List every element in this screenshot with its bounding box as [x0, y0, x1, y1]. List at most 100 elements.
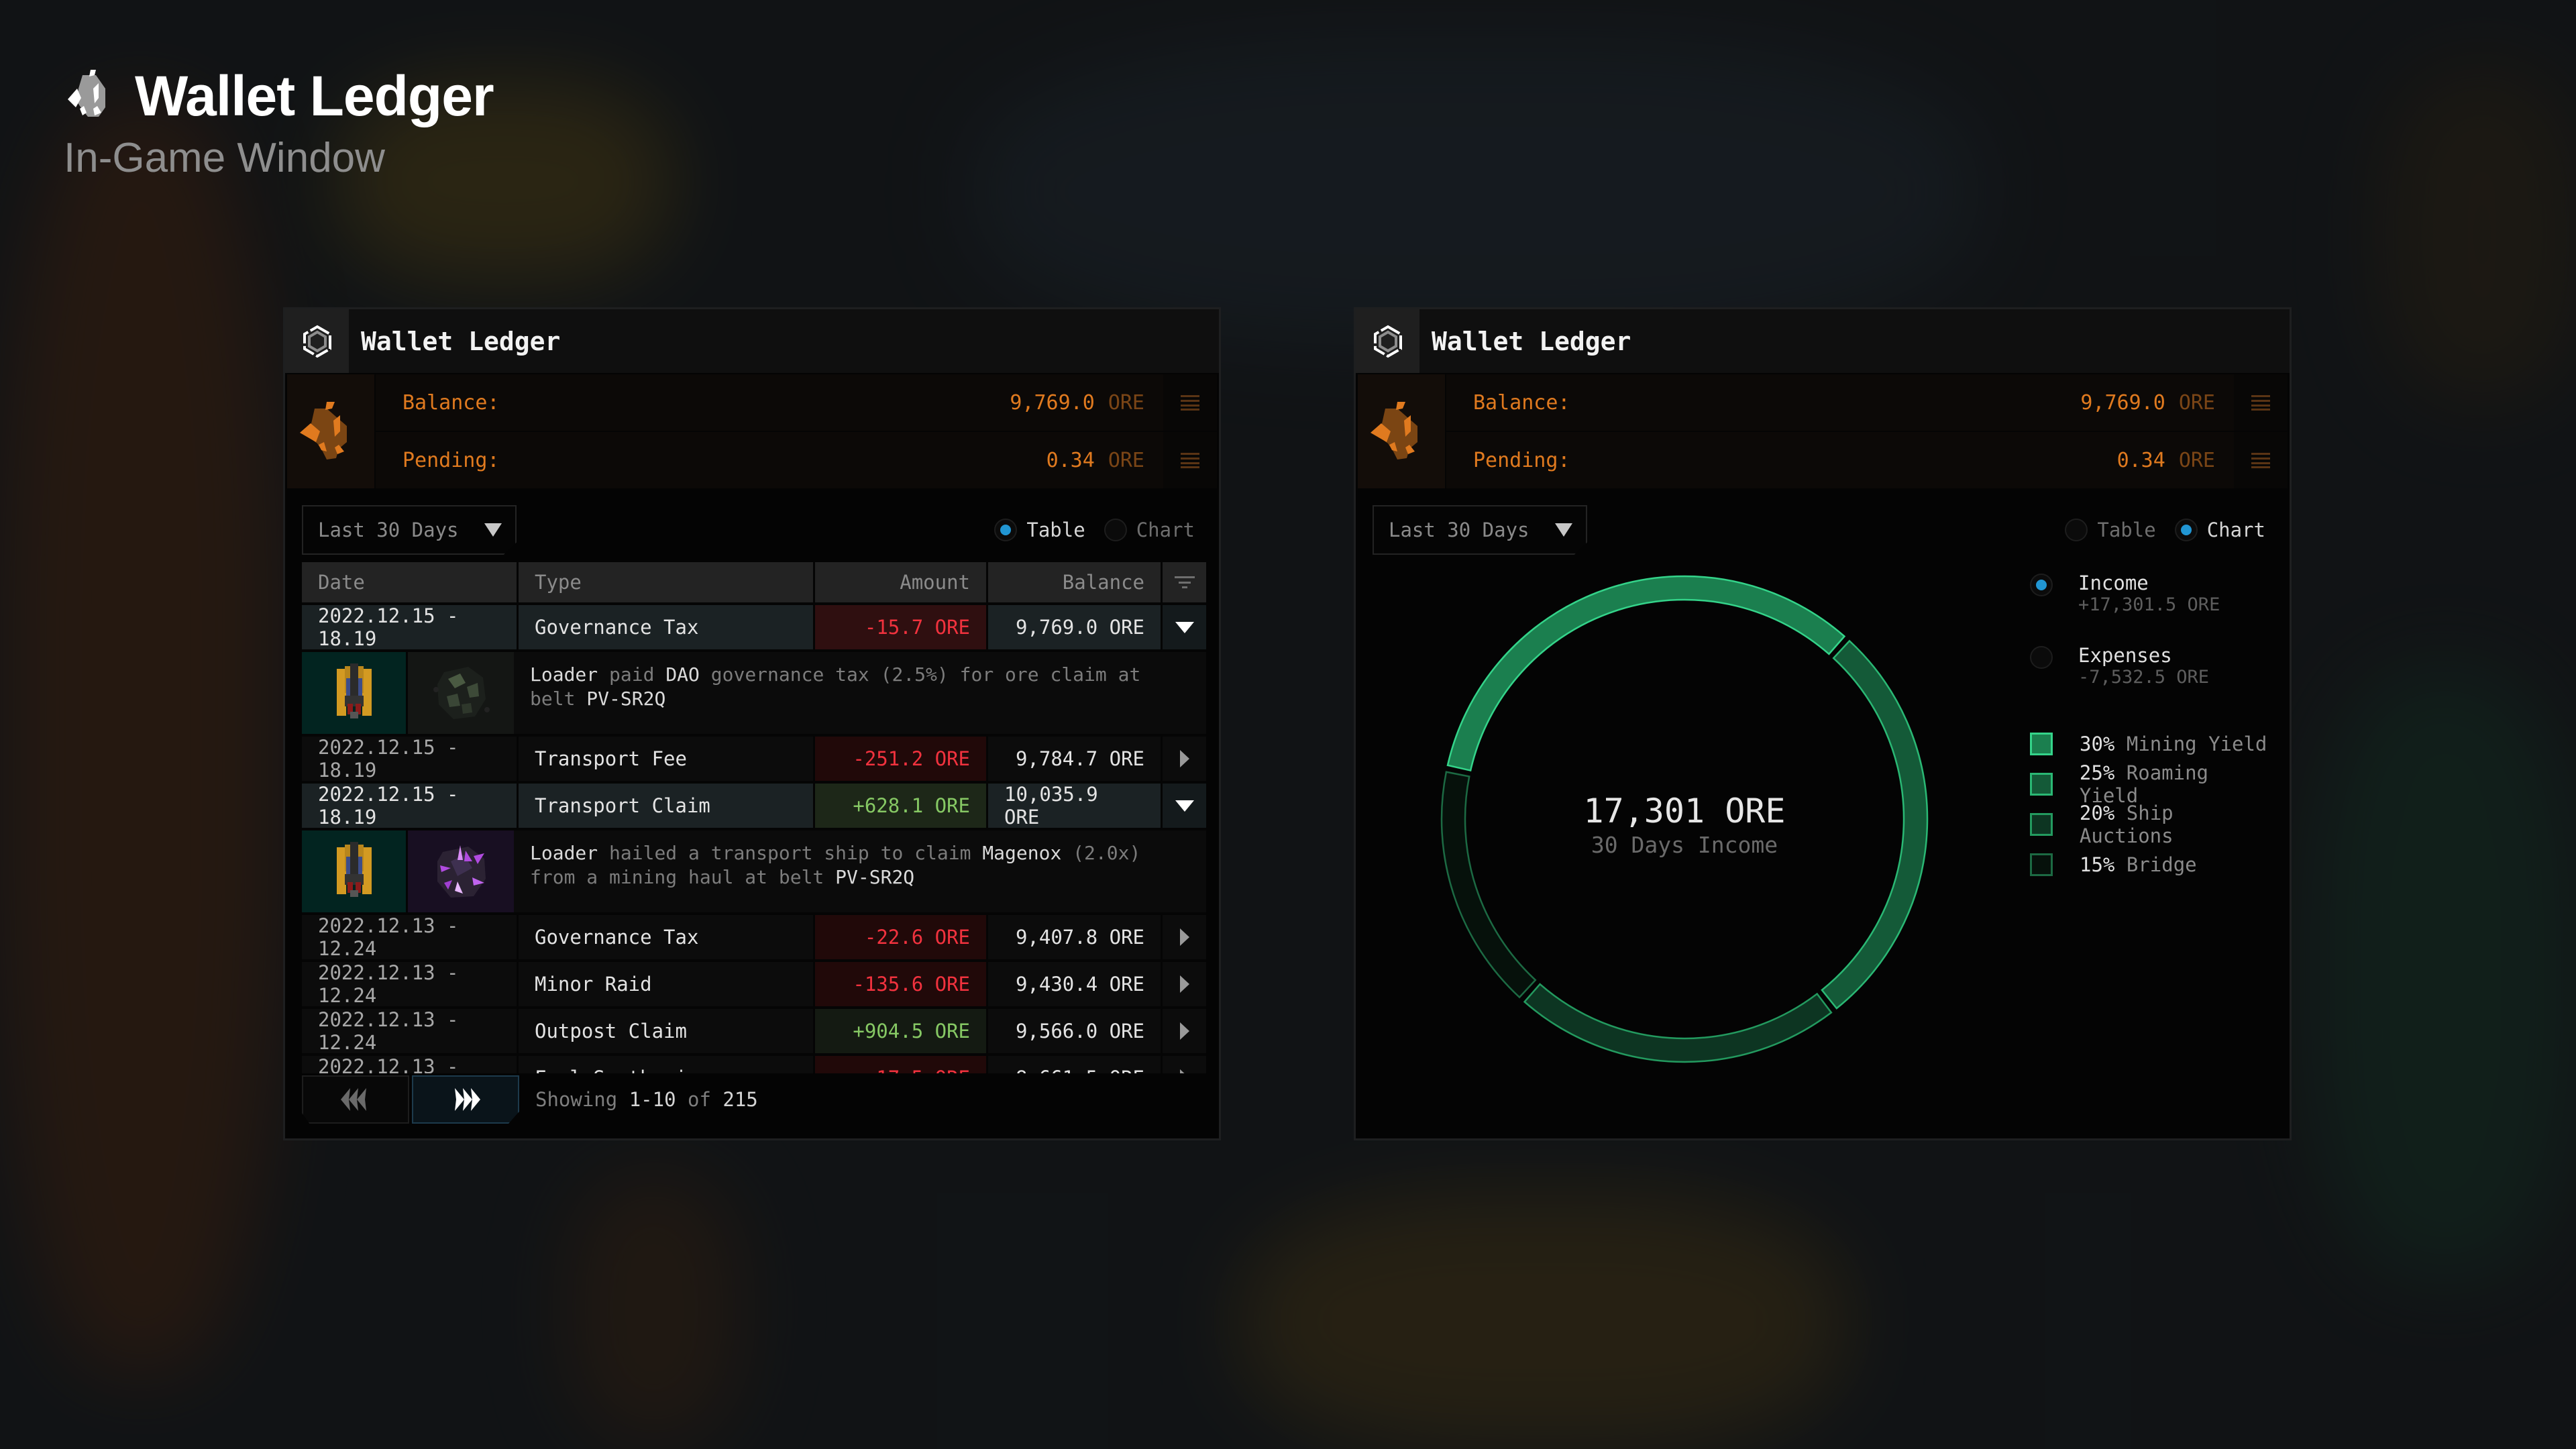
row-detail-description: Loader hailed a transport ship to claim …	[514, 830, 1206, 912]
chart-view-radio[interactable]	[2174, 519, 2198, 541]
expand-row-button[interactable]	[1163, 1056, 1206, 1073]
table-row[interactable]: 2022.12.13 - 12.24 Minor Raid -135.6 ORE 9,…	[302, 959, 1206, 1007]
table-row[interactable]: 2022.12.13 - 11.45Fuel Synthesis-17.5 OR…	[302, 1053, 1206, 1073]
cell-amount: -17.5 ORE	[815, 1056, 988, 1073]
legend-item[interactable]: 30% Mining Yield	[2030, 724, 2278, 764]
income-mode-option[interactable]: Income +17,301.5 ORE	[2030, 571, 2278, 637]
filter-button[interactable]	[1163, 562, 1206, 602]
table-view-label[interactable]: Table	[2097, 519, 2155, 541]
collapse-row-button[interactable]	[1163, 605, 1206, 649]
triple-chevron-left-icon	[341, 1088, 366, 1111]
pending-menu-button[interactable]	[2234, 432, 2288, 488]
income-radio[interactable]	[2030, 574, 2053, 596]
expenses-mode-option[interactable]: Expenses -7,532.5 ORE	[2030, 643, 2278, 709]
period-dropdown[interactable]: Last 30 Days	[1373, 505, 1587, 555]
cell-type: Outpost Claim	[519, 1009, 815, 1053]
legend-percent: 25%	[2079, 761, 2115, 784]
donut-segment-ship-auctions[interactable]	[1523, 983, 1833, 1063]
window-titlebar[interactable]: Wallet Ledger	[1356, 309, 2290, 373]
legend-item[interactable]: 25% Roaming Yield	[2030, 761, 2278, 807]
ledger-controls: Last 30 Days Table Chart	[1356, 505, 2290, 555]
donut-segment-roaming-yield[interactable]	[1821, 639, 1929, 1010]
cell-type: Fuel Synthesis	[519, 1056, 815, 1073]
detail-highlight: Loader	[530, 663, 598, 686]
table-row[interactable]: 2022.12.15 - 18.19 Transport Claim +628.1 …	[302, 781, 1206, 828]
column-header-type[interactable]: Type	[519, 562, 815, 602]
cell-amount: -15.7 ORE	[815, 605, 988, 649]
balance-row: Balance: 9,769.0 ORE	[376, 374, 1217, 432]
chart-legend: Income +17,301.5 ORE Expenses -7,532.5 O…	[2030, 564, 2278, 885]
legend-label: 15% Bridge	[2080, 853, 2197, 876]
expenses-radio[interactable]	[2030, 646, 2053, 669]
expand-row-button[interactable]	[1163, 962, 1206, 1006]
balance-row: Balance: 9,769.0 ORE	[1446, 374, 2288, 432]
window-titlebar[interactable]: Wallet Ledger	[285, 309, 1219, 373]
cell-balance: 9,769.0 ORE	[988, 605, 1163, 649]
balance-label: Balance:	[1473, 390, 1570, 415]
caret-down-icon	[484, 523, 502, 537]
legend-percent: 20%	[2079, 802, 2115, 824]
cell-date: 2022.12.13 - 12.24	[302, 914, 519, 960]
next-page-button[interactable]	[412, 1075, 519, 1124]
hexagon-window-icon	[285, 309, 349, 373]
ore-logo-icon	[64, 68, 117, 125]
column-header-balance[interactable]: Balance	[988, 562, 1163, 602]
expand-row-button[interactable]	[1163, 915, 1206, 959]
donut-segment-bridge[interactable]	[1440, 771, 1537, 999]
table-view-label[interactable]: Table	[1026, 519, 1085, 541]
ore-icon	[287, 374, 376, 488]
legend-swatch	[2030, 853, 2053, 876]
balance-menu-button[interactable]	[1163, 374, 1217, 431]
table-view-radio[interactable]	[994, 519, 1018, 541]
triple-chevron-right-icon	[455, 1088, 480, 1111]
chart-view-radio[interactable]	[1104, 519, 1127, 541]
pagination-status: Showing 1-10 of 215	[535, 1088, 758, 1111]
income-chart: 17,301 ORE 30 Days Income Income +17,301…	[1356, 564, 2294, 1121]
period-dropdown[interactable]: Last 30 Days	[302, 505, 517, 555]
column-header-amount[interactable]: Amount	[815, 562, 988, 602]
donut-segment-mining-yield[interactable]	[1446, 575, 1846, 772]
legend-item[interactable]: 20% Ship Auctions	[2030, 802, 2278, 847]
chart-view-label[interactable]: Chart	[1136, 519, 1195, 541]
caret-right-icon	[1179, 1069, 1189, 1073]
balance-unit: ORE	[2178, 390, 2215, 415]
detail-highlight: DAO	[665, 663, 700, 686]
cell-balance: 10,035.9 ORE	[988, 783, 1163, 828]
caret-right-icon	[1179, 928, 1189, 946]
expenses-value: -7,532.5 ORE	[2078, 667, 2210, 688]
balance-value: 9,769.0	[1010, 390, 1095, 415]
table-header: Date Type Amount Balance	[302, 562, 1206, 602]
expand-row-button[interactable]	[1163, 737, 1206, 781]
pending-menu-button[interactable]	[1163, 432, 1217, 488]
donut-center-value: 17,301 ORE	[1583, 792, 1785, 830]
cell-balance: 9,566.0 ORE	[988, 1009, 1163, 1053]
previous-page-button[interactable]	[302, 1075, 409, 1124]
pending-value: 0.34	[2116, 448, 2165, 472]
expand-row-button[interactable]	[1163, 1009, 1206, 1053]
detail-highlight: Magenox	[982, 842, 1062, 864]
row-detail: Loader paid DAO governance tax (2.5%) fo…	[302, 649, 1206, 734]
cell-balance: 9,407.8 ORE	[988, 915, 1163, 959]
cell-amount: -251.2 ORE	[815, 737, 988, 781]
page-title: Wallet Ledger	[135, 64, 494, 127]
chart-view-label[interactable]: Chart	[2207, 519, 2265, 541]
table-row[interactable]: 2022.12.15 - 18.19 Transport Fee -251.2 OR…	[302, 734, 1206, 782]
table-row[interactable]: 2022.12.13 - 12.24 Governance Tax -22.6 OR…	[302, 912, 1206, 960]
balance-menu-button[interactable]	[2234, 374, 2288, 431]
period-dropdown-value: Last 30 Days	[318, 519, 459, 541]
legend-swatch	[2030, 733, 2053, 755]
cell-type: Transport Claim	[519, 784, 815, 828]
cell-amount: -135.6 ORE	[815, 962, 988, 1006]
transactions-table: Date Type Amount Balance 2022.12.15 - 18…	[302, 562, 1206, 1073]
legend-item[interactable]: 15% Bridge	[2030, 845, 2278, 885]
collapse-row-button[interactable]	[1163, 784, 1206, 828]
pagination-range: 1-10	[629, 1088, 676, 1111]
table-view-radio[interactable]	[2065, 519, 2088, 541]
caret-down-icon	[1175, 621, 1194, 633]
column-header-date[interactable]: Date	[302, 562, 519, 602]
table-row[interactable]: 2022.12.13 - 12.24 Outpost Claim +904.5 OR…	[302, 1006, 1206, 1054]
legend-percent: 15%	[2080, 853, 2115, 876]
cell-type: Minor Raid	[519, 962, 815, 1006]
table-row[interactable]: 2022.12.15 - 18.19 Governance Tax -15.7 OR…	[302, 602, 1206, 650]
cell-date: 2022.12.15 - 18.19	[302, 604, 519, 650]
